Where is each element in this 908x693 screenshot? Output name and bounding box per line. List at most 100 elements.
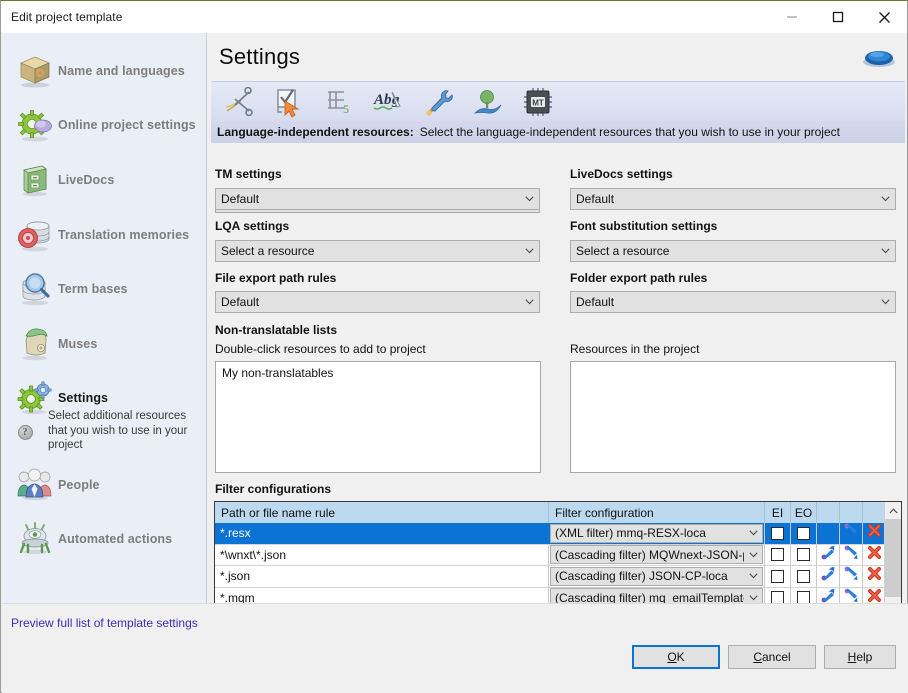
cell-checkbox-eo[interactable] <box>791 566 817 587</box>
cell-checkbox-eo[interactable] <box>791 523 817 544</box>
toolbar-hint-label: Language-independent resources: <box>217 125 414 139</box>
cell-path-rule[interactable]: *.resx <box>215 523 549 544</box>
list-item[interactable]: My non-translatables <box>216 362 540 380</box>
table-row[interactable]: *.resx(XML filter) mmq-RESX-loca <box>215 523 901 545</box>
checkbox[interactable] <box>797 548 810 561</box>
svg-text:MT: MT <box>532 98 544 107</box>
delete-x-icon[interactable] <box>867 523 882 543</box>
cell-move-up-button[interactable] <box>817 545 840 566</box>
filter-configuration-select[interactable]: (Cascading filter) JSON-CP-loca <box>550 567 763 586</box>
database-magnifier-icon <box>12 267 58 311</box>
sidebar-item-label: Settings <box>58 391 108 405</box>
sidebar-item-label: LiveDocs <box>58 173 114 187</box>
font-substitution-settings-combo[interactable]: Select a resource <box>570 240 896 262</box>
file-export-path-rules-combo[interactable]: Default <box>215 291 540 313</box>
spellcheck-abc-icon[interactable]: Ab g <box>365 83 411 121</box>
resource-type-toolbar: 5 Ab g <box>211 81 905 121</box>
scrollbar-thumb[interactable] <box>885 519 902 597</box>
cell-move-down-button[interactable] <box>840 523 863 544</box>
checkbox[interactable] <box>771 548 784 561</box>
numbering-icon[interactable]: 5 <box>315 83 361 121</box>
cell-path-rule[interactable]: *.json <box>215 566 549 587</box>
tm-settings-combo[interactable]: Default <box>215 188 540 210</box>
cell-filter-configuration[interactable]: (XML filter) mmq-RESX-loca <box>549 523 765 544</box>
cell-delete-button[interactable] <box>863 523 886 544</box>
sidebar-item-livedocs[interactable]: LiveDocs <box>2 156 207 204</box>
filter-configuration-select[interactable]: (Cascading filter) MQWnext-JSON-plus... <box>550 545 763 564</box>
cell-checkbox-eo[interactable] <box>791 545 817 566</box>
delete-x-icon[interactable] <box>867 545 882 565</box>
terminology-tree-icon[interactable] <box>465 83 511 121</box>
cell-move-up-button[interactable] <box>817 566 840 587</box>
move-down-icon[interactable] <box>844 545 859 565</box>
close-button[interactable] <box>861 1 907 33</box>
help-button[interactable]: Help <box>824 645 896 669</box>
table-row[interactable]: *\wnxt\*.json(Cascading filter) MQWnext-… <box>215 545 901 567</box>
sidebar-item-name-and-languages[interactable]: Name and languages <box>2 47 207 95</box>
sidebar-navigation: Name and languages <box>2 33 207 603</box>
folder-export-path-rules-label: Folder export path rules <box>570 271 707 285</box>
package-box-icon <box>12 49 58 93</box>
column-header-delete[interactable] <box>863 502 886 523</box>
cell-path-rule[interactable]: *\wnxt\*.json <box>215 545 549 566</box>
muse-statue-icon <box>12 322 58 366</box>
livedocs-settings-combo[interactable]: Default <box>570 188 896 210</box>
folder-export-path-rules-combo[interactable]: Default <box>570 291 896 313</box>
page-title: Settings <box>219 44 300 70</box>
delete-x-icon[interactable] <box>867 566 882 586</box>
machine-translation-chip-icon[interactable]: MT <box>515 83 561 121</box>
database-disc-icon <box>12 213 58 257</box>
sidebar-item-term-bases[interactable]: Term bases <box>2 265 207 313</box>
cell-checkbox-ei[interactable] <box>765 545 791 566</box>
sidebar-item-label: Online project settings <box>58 118 196 132</box>
sidebar-item-online-project-settings[interactable]: Online project settings <box>2 101 207 149</box>
column-header-move-up[interactable] <box>817 502 840 523</box>
cut-scissors-icon[interactable] <box>215 83 261 121</box>
sidebar-item-people[interactable]: People <box>2 461 207 509</box>
gear-cloud-icon <box>12 103 58 147</box>
resources-in-project-listbox[interactable] <box>570 361 896 473</box>
cell-checkbox-ei[interactable] <box>765 523 791 544</box>
cell-move-down-button[interactable] <box>840 545 863 566</box>
checkbox[interactable] <box>771 527 784 540</box>
move-down-icon[interactable] <box>844 566 859 586</box>
checkbox[interactable] <box>797 570 810 583</box>
minimize-button[interactable] <box>769 1 815 33</box>
ok-button[interactable]: OK <box>632 645 720 669</box>
column-header-ei[interactable]: EI <box>765 502 791 523</box>
column-header-filter-configuration[interactable]: Filter configuration <box>549 502 765 523</box>
move-up-icon[interactable] <box>821 566 836 586</box>
preview-template-settings-link[interactable]: Preview full list of template settings <box>11 616 198 630</box>
filter-configuration-select[interactable]: (XML filter) mmq-RESX-loca <box>550 524 763 543</box>
checkbox[interactable] <box>797 527 810 540</box>
font-substitution-settings-value: Select a resource <box>576 244 875 258</box>
sidebar-item-muses[interactable]: Muses <box>2 320 207 368</box>
lqa-settings-combo[interactable]: Select a resource <box>215 240 540 262</box>
tm-settings-label-real: TM settings <box>215 167 282 181</box>
column-header-move-down[interactable] <box>840 502 863 523</box>
sidebar-description-text: Select additional resources that you wis… <box>48 407 207 453</box>
column-header-eo[interactable]: EO <box>791 502 817 523</box>
tools-wrench-icon[interactable] <box>415 83 461 121</box>
cancel-button[interactable]: Cancel <box>728 645 816 669</box>
table-row[interactable]: *.json(Cascading filter) JSON-CP-loca <box>215 566 901 588</box>
cell-checkbox-ei[interactable] <box>765 566 791 587</box>
checkbox[interactable] <box>771 570 784 583</box>
checklist-cursor-icon[interactable] <box>265 83 311 121</box>
chevron-down-icon <box>744 530 762 536</box>
scroll-up-button[interactable] <box>885 502 902 519</box>
sidebar-item-automated-actions[interactable]: Automated actions <box>2 515 207 563</box>
column-header-path-rule[interactable]: Path or file name rule <box>215 502 549 523</box>
cell-move-down-button[interactable] <box>840 566 863 587</box>
cell-delete-button[interactable] <box>863 566 886 587</box>
sidebar-item-translation-memories[interactable]: Translation memories <box>2 211 207 259</box>
maximize-button[interactable] <box>815 1 861 33</box>
cell-delete-button[interactable] <box>863 545 886 566</box>
tm-settings-value: Default <box>221 192 519 206</box>
non-translatable-lists-listbox[interactable]: My non-translatables <box>215 361 541 473</box>
move-down-icon[interactable] <box>844 523 859 543</box>
cell-filter-configuration[interactable]: (Cascading filter) MQWnext-JSON-plus... <box>549 545 765 566</box>
sidebar-item-label: Name and languages <box>58 64 185 78</box>
move-up-icon[interactable] <box>821 545 836 565</box>
cell-filter-configuration[interactable]: (Cascading filter) JSON-CP-loca <box>549 566 765 587</box>
